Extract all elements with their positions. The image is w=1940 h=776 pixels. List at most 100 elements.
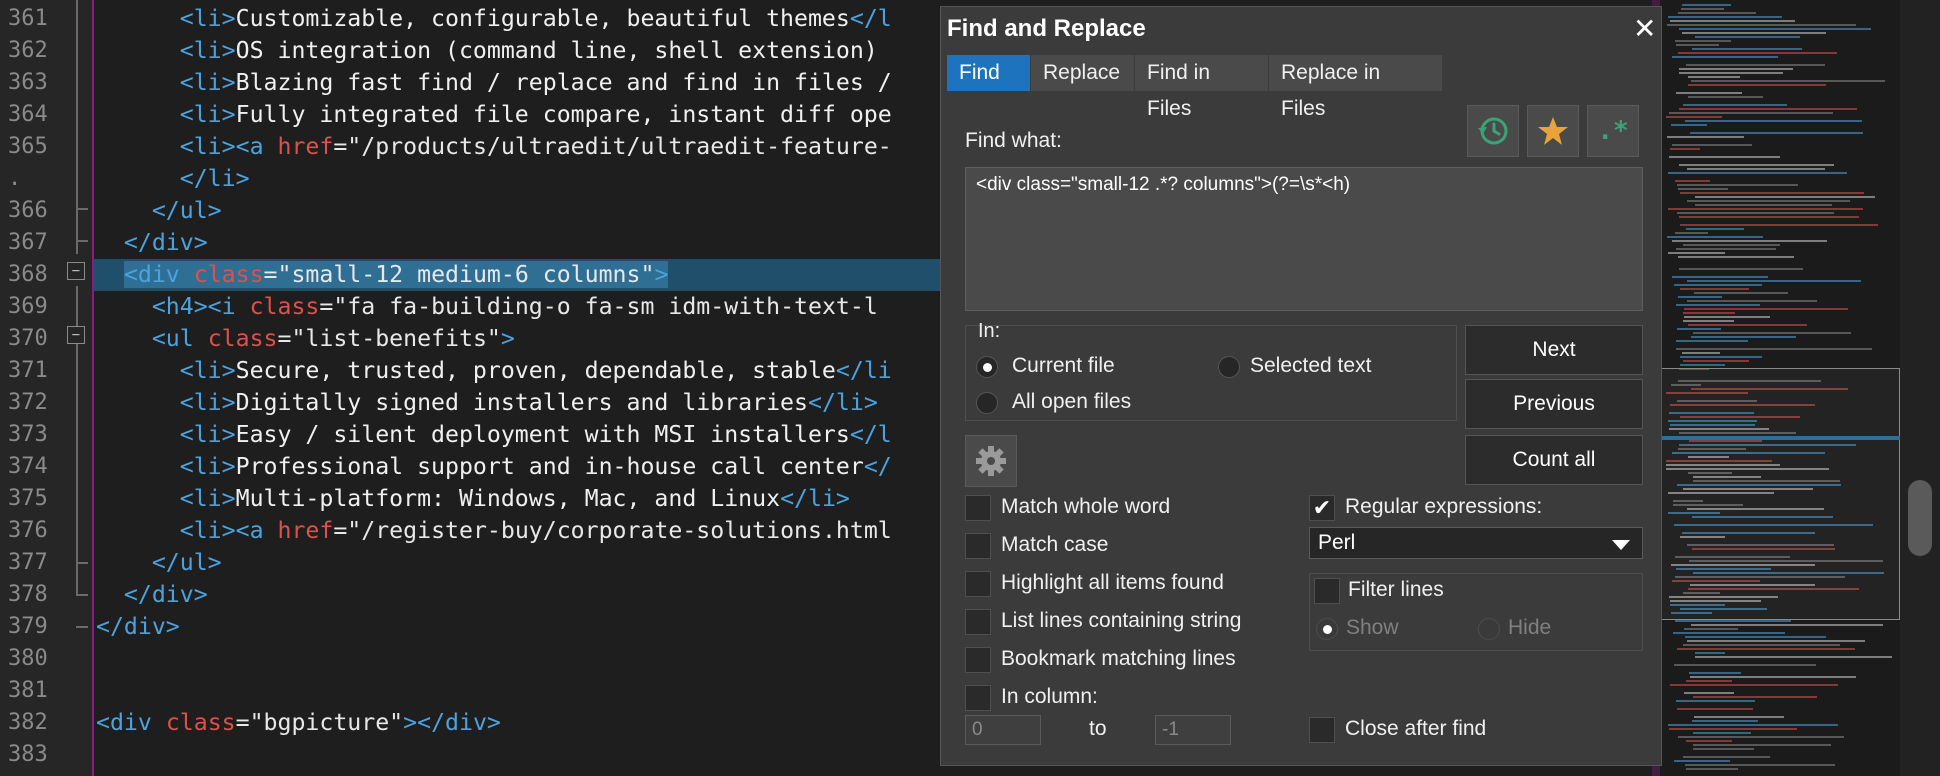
bookmark-lines-checkbox[interactable]	[965, 647, 991, 673]
code-line[interactable]: <ul class="list-benefits">	[96, 323, 515, 355]
close-after-find-label[interactable]: Close after find	[1345, 717, 1486, 741]
fold-guide	[76, 594, 88, 596]
minimap-viewport[interactable]	[1660, 368, 1900, 620]
code-token: Multi-platform: Windows, Mac, and Linux	[235, 485, 781, 512]
filter-hide-radio[interactable]	[1478, 618, 1500, 640]
match-whole-word-checkbox[interactable]	[965, 495, 991, 521]
close-icon[interactable]: ✕	[1633, 15, 1656, 43]
highlight-all-checkbox[interactable]	[965, 571, 991, 597]
filter-hide-label[interactable]: Hide	[1508, 616, 1551, 640]
minimap-line	[1669, 728, 1797, 730]
code-line[interactable]: </ul>	[96, 547, 222, 579]
code-line[interactable]: <div class="small-12 medium-6 columns">	[96, 259, 669, 291]
code-line[interactable]: <li>Secure, trusted, proven, dependable,…	[96, 355, 892, 387]
minimap-line	[1683, 756, 1770, 758]
match-case-label[interactable]: Match case	[1001, 533, 1108, 557]
code-line[interactable]: <li>Easy / silent deployment with MSI in…	[96, 419, 892, 451]
code-line[interactable]: <li>Blazing fast find / replace and find…	[96, 67, 892, 99]
match-case-checkbox[interactable]	[965, 533, 991, 559]
in-column-checkbox[interactable]	[965, 685, 991, 711]
code-line[interactable]: </ul>	[96, 195, 222, 227]
filter-lines-group: Filter lines Show Hide	[1309, 573, 1643, 651]
column-to-input[interactable]: -1	[1155, 715, 1231, 745]
vertical-scrollbar[interactable]	[1900, 0, 1940, 776]
tab-find-in-files[interactable]: Find in Files	[1135, 55, 1269, 120]
history-icon	[1478, 117, 1508, 145]
tab-replace-in-files[interactable]: Replace in Files	[1269, 55, 1443, 120]
in-column-label[interactable]: In column:	[1001, 685, 1098, 709]
scope-selected-text-radio[interactable]	[1218, 356, 1240, 378]
tab-replace[interactable]: Replace	[1031, 55, 1135, 91]
find-what-input[interactable]: <div class="small-12 .*? columns">(?=\s*…	[965, 167, 1643, 311]
minimap-line	[1687, 200, 1850, 202]
count-all-button[interactable]: Count all	[1465, 435, 1643, 485]
regular-expressions-checkbox[interactable]: ✔	[1309, 495, 1335, 521]
code-token: <li>	[179, 69, 236, 96]
code-token: ="list-benefits"	[277, 325, 501, 352]
collapse-icon[interactable]: −	[67, 326, 85, 344]
highlight-all-label[interactable]: Highlight all items found	[1001, 571, 1224, 595]
regex-icon: .*	[1597, 116, 1629, 146]
filter-lines-checkbox[interactable]	[1314, 578, 1340, 604]
line-number: 368	[8, 262, 48, 287]
close-after-find-checkbox[interactable]	[1309, 717, 1335, 743]
column-from-input[interactable]: 0	[965, 715, 1041, 745]
code-line[interactable]: <li><a href="/products/ultraedit/ultraed…	[96, 131, 892, 163]
regex-builder-button[interactable]: .*	[1587, 105, 1639, 157]
code-line[interactable]: <li><a href="/register-buy/corporate-sol…	[96, 515, 892, 547]
scroll-thumb[interactable]	[1908, 480, 1932, 556]
code-line[interactable]: </div>	[96, 611, 180, 643]
favorites-button[interactable]	[1527, 105, 1579, 157]
collapse-icon[interactable]: −	[67, 262, 85, 280]
match-whole-word-label[interactable]: Match whole word	[1001, 495, 1170, 519]
tab-find[interactable]: Find	[947, 55, 1031, 91]
code-line[interactable]: <li>Fully integrated file compare, insta…	[96, 99, 892, 131]
bookmark-lines-label[interactable]: Bookmark matching lines	[1001, 647, 1236, 671]
code-line[interactable]: <li>Customizable, configurable, beautifu…	[96, 3, 892, 35]
filter-show-label[interactable]: Show	[1346, 616, 1399, 640]
minimap-line	[1675, 40, 1731, 42]
history-button[interactable]	[1467, 105, 1519, 157]
line-number: 361	[8, 6, 48, 31]
filter-show-radio[interactable]	[1316, 618, 1338, 640]
code-line[interactable]: <li>Digitally signed installers and libr…	[96, 387, 878, 419]
regex-engine-select[interactable]: Perl	[1309, 527, 1643, 559]
code-token: >	[500, 325, 515, 352]
code-line[interactable]: </li>	[96, 163, 250, 195]
minimap-line	[1680, 288, 1749, 290]
scope-all-open-files-radio[interactable]	[976, 392, 998, 414]
scope-all-open-files-label[interactable]: All open files	[1012, 390, 1131, 414]
code-token: Blazing fast find / replace and find in …	[235, 69, 892, 96]
code-line[interactable]: <li>OS integration (command line, shell …	[96, 35, 878, 67]
minimap-line	[1686, 228, 1744, 230]
code-line[interactable]: </div>	[96, 579, 208, 611]
code-token: class	[193, 261, 264, 288]
minimap-line	[1680, 356, 1762, 358]
minimap-line	[1672, 276, 1768, 278]
filter-lines-label[interactable]: Filter lines	[1348, 578, 1444, 602]
next-button[interactable]: Next	[1465, 325, 1643, 375]
scope-current-file-radio[interactable]	[976, 356, 998, 378]
code-line[interactable]: <h4><i class="fa fa-building-o fa-sm idm…	[96, 291, 878, 323]
code-token: Professional support and in-house call c…	[235, 453, 864, 480]
minimap-line	[1687, 168, 1825, 170]
minimap-line	[1668, 724, 1838, 726]
line-number: 369	[8, 294, 48, 319]
regular-expressions-label[interactable]: Regular expressions:	[1345, 495, 1542, 519]
code-line[interactable]: <li>Multi-platform: Windows, Mac, and Li…	[96, 483, 850, 515]
code-line[interactable]: <li>Professional support and in-house ca…	[96, 451, 892, 483]
list-lines-checkbox[interactable]	[965, 609, 991, 635]
minimap-line	[1668, 252, 1725, 254]
previous-button[interactable]: Previous	[1465, 379, 1643, 429]
list-lines-label[interactable]: List lines containing string	[1001, 609, 1241, 633]
minimap[interactable]	[1660, 0, 1900, 776]
scope-selected-text-label[interactable]: Selected text	[1250, 354, 1371, 378]
scope-current-file-label[interactable]: Current file	[1012, 354, 1115, 378]
code-line[interactable]: </div>	[96, 227, 208, 259]
code-line[interactable]: <div class="bgpicture"></div>	[96, 707, 501, 739]
options-button[interactable]	[965, 435, 1017, 487]
line-number: 383	[8, 742, 48, 767]
